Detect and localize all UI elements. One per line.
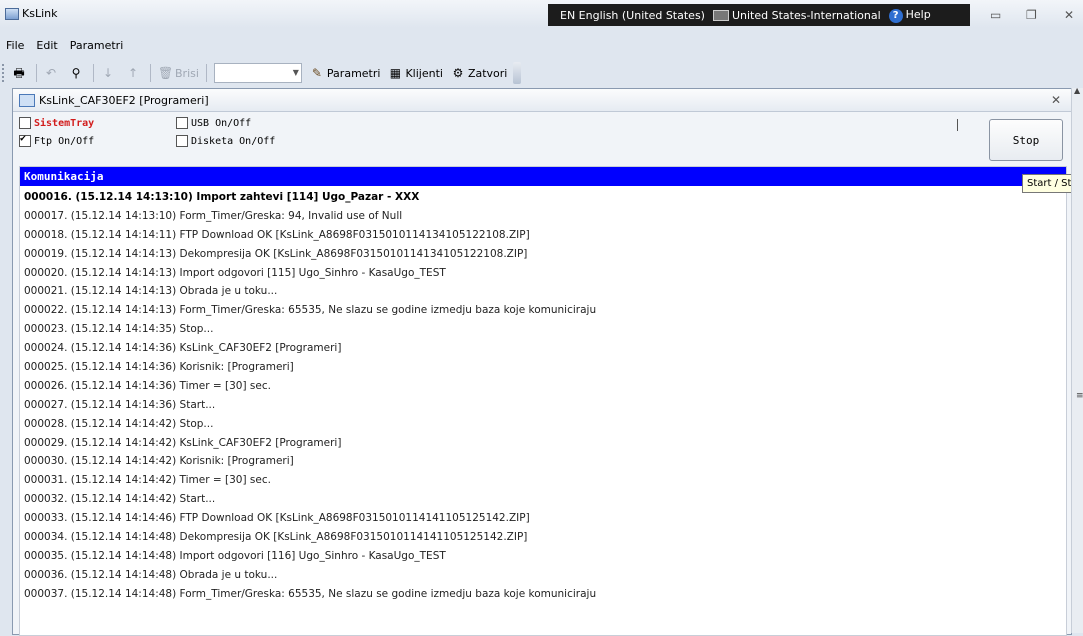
zatvori-button[interactable]: ⚙ Zatvori	[447, 63, 511, 83]
log-line: 000027. (15.12.14 14:14:36) Start...	[24, 398, 216, 411]
checkbox-box[interactable]	[19, 117, 31, 129]
log-line: 000037. (15.12.14 14:14:48) Form_Timer/G…	[24, 587, 597, 600]
log-list[interactable]: 000016. (15.12.14 14:13:10) Import zahte…	[20, 186, 1066, 604]
menu-parametri[interactable]: Parametri	[64, 36, 130, 56]
help-label: Help	[905, 7, 931, 21]
scroll-up-icon[interactable]: ▲	[1074, 86, 1080, 95]
toolbar-separator	[93, 64, 94, 82]
toolbar-separator	[150, 64, 151, 82]
keyboard-layout-label: United States-International	[731, 8, 881, 22]
sort-desc-icon: ↑	[127, 66, 139, 80]
help-icon: ?	[888, 8, 903, 23]
app-icon	[5, 8, 19, 20]
ftp-label: Ftp On/Off	[34, 135, 95, 147]
find-button[interactable]: ⚲	[65, 63, 90, 83]
keyboard-layout[interactable]: United States-International	[712, 8, 881, 22]
language-indicator[interactable]: EN English (United States)	[560, 9, 705, 22]
log-header: Komunikacija	[20, 167, 1066, 186]
brisi-label: Brisi	[175, 66, 199, 80]
log-line: 000031. (15.12.14 14:14:42) Timer = [30]…	[24, 474, 271, 487]
log-line: 000019. (15.12.14 14:14:13) Dekompresija…	[24, 247, 528, 260]
sort-asc-icon: ↓	[102, 66, 114, 80]
close-icon[interactable]: ✕	[1051, 93, 1061, 107]
undo-icon: ↶	[45, 66, 57, 80]
toolbar: 🖶 ↶ ⚲ ↓ ↑ 🗑 Brisi ▼ ✎ Parametri ▦ Klijenti …	[0, 60, 1083, 86]
usb-label: USB On/Off	[191, 117, 252, 129]
log-line: 000024. (15.12.14 14:14:36) KsLink_CAF30…	[24, 342, 342, 355]
parametri-button[interactable]: ✎ Parametri	[306, 63, 385, 83]
exit-icon: ⚙	[452, 66, 464, 80]
log-line: 000018. (15.12.14 14:14:11) FTP Download…	[24, 228, 530, 241]
log-line: 000017. (15.12.14 14:13:10) Form_Timer/G…	[24, 209, 403, 222]
title-bar: KsLink EN English (United States) United…	[0, 0, 1083, 28]
menu-file[interactable]: File	[0, 36, 30, 56]
child-title: KsLink_CAF30EF2 [Programeri]	[39, 94, 209, 107]
ftp-checkbox[interactable]: Ftp On/Off	[19, 133, 95, 147]
checkbox-box[interactable]	[19, 133, 31, 147]
language-bar: EN English (United States) United States…	[548, 4, 970, 26]
disketa-checkbox[interactable]: Disketa On/Off	[176, 135, 275, 147]
table-icon: ▦	[389, 66, 402, 80]
toolbar-overflow[interactable]	[513, 62, 522, 84]
log-line: 000033. (15.12.14 14:14:46) FTP Download…	[24, 512, 530, 525]
trash-icon: 🗑	[158, 66, 174, 80]
zatvori-label: Zatvori	[467, 66, 508, 80]
child-title-bar: KsLink_CAF30EF2 [Programeri] ✕	[13, 89, 1071, 112]
log-line: 000020. (15.12.14 14:14:13) Import odgov…	[24, 266, 446, 279]
find-icon: ⚲	[71, 66, 81, 80]
menu-bar: File Edit Parametri	[0, 36, 1083, 56]
klijenti-button[interactable]: ▦ Klijenti	[384, 63, 447, 83]
stop-button[interactable]: Stop	[989, 119, 1063, 161]
log-line: 000016. (15.12.14 14:13:10) Import zahte…	[24, 191, 420, 203]
log-line: 000029. (15.12.14 14:14:42) KsLink_CAF30…	[24, 436, 342, 449]
wrench-icon: ✎	[311, 66, 322, 80]
toolbar-separator	[36, 64, 37, 82]
log-line: 000032. (15.12.14 14:14:42) Start...	[24, 493, 216, 506]
maximize-icon[interactable]: ❐	[1026, 8, 1037, 22]
minimize-icon[interactable]: ▭	[990, 8, 1001, 22]
log-line: 000034. (15.12.14 14:14:48) Dekompresija…	[24, 531, 528, 544]
help-button[interactable]: ? Help	[888, 7, 931, 23]
toolbar-separator	[205, 64, 207, 82]
log-line: 000035. (15.12.14 14:14:48) Import odgov…	[24, 549, 446, 562]
scroll-grip-icon[interactable]: ≡	[1076, 391, 1083, 401]
log-line: 000025. (15.12.14 14:14:36) Korisnik: [P…	[24, 361, 294, 374]
usb-checkbox[interactable]: USB On/Off	[176, 117, 251, 129]
log-line: 000022. (15.12.14 14:14:13) Form_Timer/G…	[24, 304, 597, 317]
log-line: 000023. (15.12.14 14:14:35) Stop...	[24, 323, 214, 336]
brisi-button[interactable]: 🗑 Brisi	[154, 63, 203, 83]
chevron-down-icon: ▼	[292, 68, 299, 77]
log-panel: Komunikacija 000016. (15.12.14 14:13:10)…	[19, 166, 1067, 636]
scrollbar[interactable]	[1071, 88, 1083, 633]
divider	[957, 119, 958, 131]
toolbar-combo[interactable]: ▼	[213, 63, 302, 83]
sistemtray-checkbox[interactable]: SistemTray	[19, 117, 94, 129]
print-button[interactable]: 🖶	[8, 63, 33, 83]
log-line: 000030. (15.12.14 14:14:42) Korisnik: [P…	[24, 455, 294, 468]
form-icon	[19, 94, 35, 107]
menu-edit[interactable]: Edit	[30, 36, 63, 56]
log-line: 000036. (15.12.14 14:14:48) Obrada je u …	[24, 568, 278, 581]
klijenti-label: Klijenti	[405, 66, 443, 80]
checkbox-box[interactable]	[176, 117, 188, 129]
window-title: KsLink	[22, 7, 58, 20]
checkbox-box[interactable]	[176, 135, 188, 147]
log-line: 000028. (15.12.14 14:14:42) Stop...	[24, 417, 214, 430]
undo-button[interactable]: ↶	[40, 63, 65, 83]
sort-asc-button[interactable]: ↓	[97, 63, 122, 83]
log-line: 000021. (15.12.14 14:14:13) Obrada je u …	[24, 285, 278, 298]
child-window: KsLink_CAF30EF2 [Programeri] ✕ SistemTra…	[12, 88, 1072, 636]
print-icon: 🖶	[13, 66, 25, 80]
keyboard-icon	[712, 10, 729, 21]
sort-desc-button[interactable]: ↑	[122, 63, 147, 83]
disketa-label: Disketa On/Off	[191, 135, 276, 147]
close-icon[interactable]: ✕	[1064, 8, 1074, 22]
sistemtray-label: SistemTray	[34, 117, 95, 129]
log-line: 000026. (15.12.14 14:14:36) Timer = [30]…	[24, 379, 271, 392]
parametri-label: Parametri	[326, 66, 381, 80]
